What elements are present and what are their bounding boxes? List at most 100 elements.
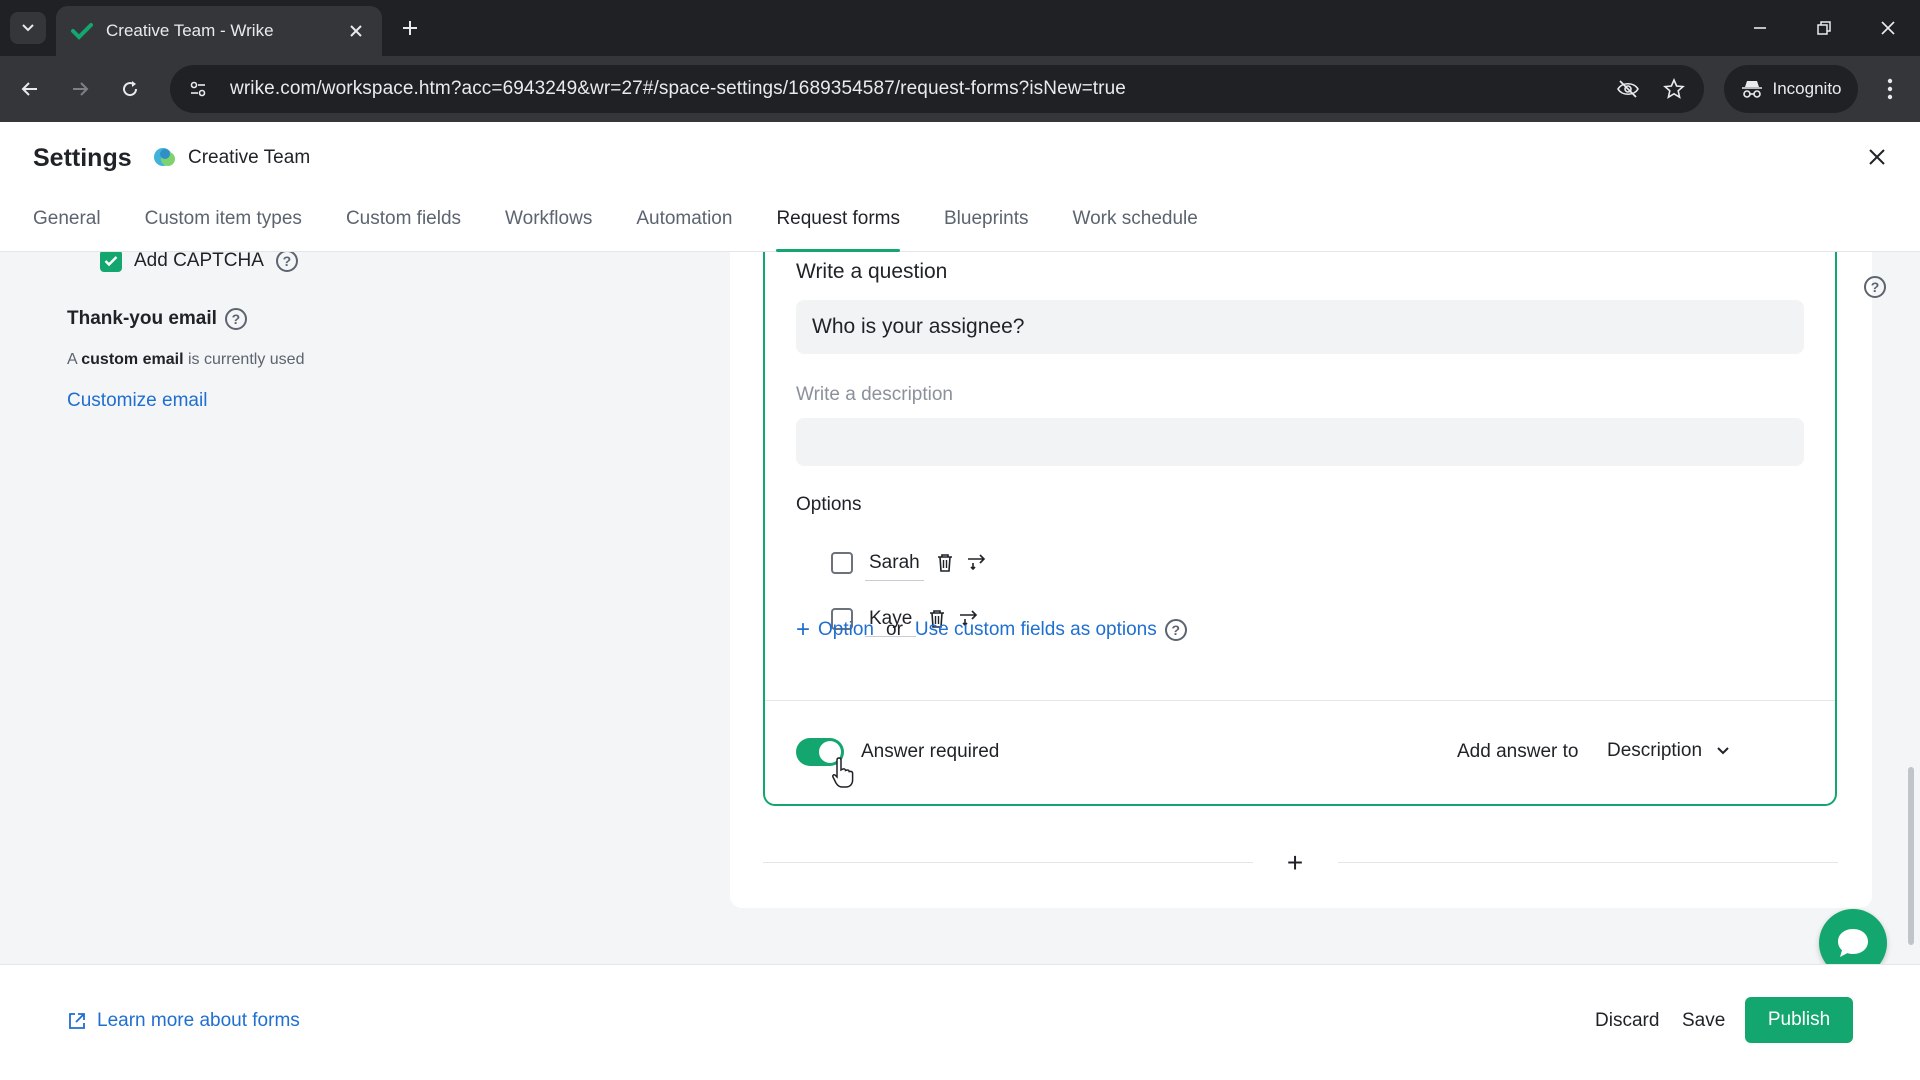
incognito-label: Incognito [1772,79,1842,98]
divider [763,862,1253,863]
captcha-setting: Add CAPTCHA ? [100,252,298,272]
settings-content: Add CAPTCHA ? Thank-you email ? A custom… [0,252,1920,964]
close-settings-button[interactable] [1862,142,1892,172]
chat-icon [1838,929,1868,957]
browser-toolbar: wrike.com/workspace.htm?acc=6943249&wr=2… [0,56,1920,122]
options-label: Options [796,494,862,515]
help-icon[interactable]: ? [224,308,247,330]
tab-workflows[interactable]: Workflows [505,208,636,252]
minimize-button[interactable] [1738,10,1782,46]
learn-more-label: Learn more about forms [97,1010,300,1031]
eye-off-icon[interactable] [1612,73,1644,105]
add-answer-to-label: Add answer to [1457,741,1579,762]
question-editor: Write a question Who is your assignee? W… [763,252,1837,806]
page-title: Settings [33,144,132,172]
hand-cursor-icon [832,757,854,788]
forward-icon [73,82,89,96]
add-question-button[interactable]: + [1274,842,1316,884]
tab-automation[interactable]: Automation [636,208,776,252]
trash-icon[interactable] [934,551,956,575]
or-text: or [886,619,903,640]
restore-icon [1817,21,1831,35]
add-option-row: + Option or Use custom fields as options… [796,618,1187,642]
settings-tabs: General Custom item types Custom fields … [33,208,1242,252]
back-icon [21,82,37,96]
discard-button[interactable]: Discard [1595,1010,1659,1032]
incognito-icon [1741,81,1762,98]
window-close-button[interactable] [1866,10,1910,46]
tab-work-schedule[interactable]: Work schedule [1073,208,1242,252]
add-option-link[interactable]: Option [818,619,874,641]
site-info-icon[interactable] [176,67,220,111]
plus-icon [403,21,417,35]
plus-icon[interactable]: + [796,618,810,642]
help-icon[interactable]: ? [1164,619,1187,641]
thankyou-email-section: Thank-you email ? [67,308,247,330]
add-answer-to-select[interactable]: Description [1595,730,1745,772]
incognito-badge[interactable]: Incognito [1724,65,1858,113]
desc-bold: custom email [81,351,184,368]
form-settings-panel: Add CAPTCHA ? Thank-you email ? A custom… [0,252,720,964]
tab-custom-item-types[interactable]: Custom item types [145,208,346,252]
close-icon[interactable] [344,19,368,43]
use-custom-fields-link[interactable]: Use custom fields as options [915,619,1157,641]
tab-custom-fields[interactable]: Custom fields [346,208,505,252]
tab-request-forms[interactable]: Request forms [776,208,944,252]
tab-blueprints[interactable]: Blueprints [944,208,1073,252]
space-name: Creative Team [188,147,311,168]
learn-more-link[interactable]: Learn more about forms [67,1010,300,1032]
chevron-down-icon [22,24,34,32]
publish-button[interactable]: Publish [1745,997,1853,1043]
tab-general[interactable]: General [33,208,145,252]
desc-suffix: is currently used [187,351,305,368]
restore-button[interactable] [1802,10,1846,46]
help-icon[interactable]: ? [275,252,298,272]
back-button[interactable] [14,73,46,105]
captcha-label: Add CAPTCHA [134,252,264,271]
swap-icon[interactable] [966,551,988,575]
browser-tab[interactable]: Creative Team - Wrike [56,6,382,56]
customize-email-link[interactable]: Customize email [67,390,207,412]
browser-menu-button[interactable] [1876,73,1904,105]
add-answer-to-value: Description [1607,740,1703,761]
close-icon [1881,21,1895,35]
reload-button[interactable] [114,73,146,105]
space-logo-icon [154,148,175,166]
check-icon [104,256,118,267]
tab-title: Creative Team - Wrike [106,21,274,40]
scrollbar[interactable] [1908,767,1914,945]
thankyou-email-title: Thank-you email [67,308,217,329]
description-input[interactable] [796,418,1804,466]
option-row: Sarah [831,545,988,581]
kebab-icon [1887,78,1893,100]
new-tab-button[interactable] [396,14,424,42]
captcha-checkbox[interactable] [100,252,122,272]
answer-required-label: Answer required [861,741,1000,762]
form-builder-card: Write a question Who is your assignee? W… [730,252,1872,908]
save-button[interactable]: Save [1682,1010,1725,1032]
divider [765,700,1835,701]
star-icon[interactable] [1658,73,1690,105]
external-link-icon [69,1013,85,1029]
minimize-icon [1754,27,1766,29]
divider [1338,862,1838,863]
question-label: Write a question [796,260,948,283]
browser-tabbar: Creative Team - Wrike [0,0,1920,56]
chevron-down-icon [1717,747,1729,755]
url-text: wrike.com/workspace.htm?acc=6943249&wr=2… [230,78,1126,99]
desc-prefix: A [67,351,77,368]
description-label: Write a description [796,384,953,405]
question-input[interactable]: Who is your assignee? [796,300,1804,354]
wrike-check-icon [70,19,94,43]
forward-button[interactable] [64,73,96,105]
option-checkbox[interactable] [831,552,853,574]
reload-icon [123,81,138,97]
option-label[interactable]: Sarah [865,546,924,581]
chat-button[interactable] [1819,909,1887,964]
thankyou-email-description: A custom email is currently used [67,351,304,369]
close-icon [1869,149,1885,165]
help-icon[interactable]: ? [1864,276,1886,298]
tab-list-button[interactable] [10,12,46,44]
address-bar[interactable]: wrike.com/workspace.htm?acc=6943249&wr=2… [170,65,1704,113]
settings-footer: Learn more about forms Discard Save Publ… [0,964,1920,1080]
